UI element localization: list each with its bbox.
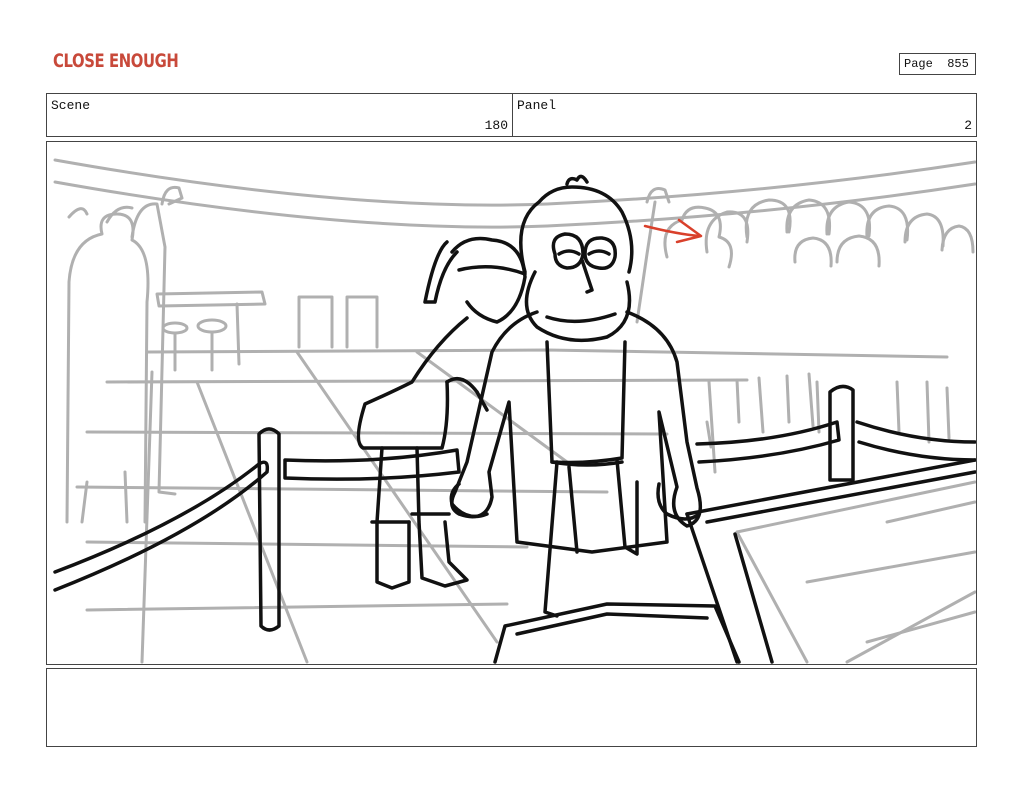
- panel-cell: Panel 2: [513, 94, 976, 136]
- notes-box[interactable]: [46, 668, 977, 747]
- page-number: 855: [947, 57, 969, 71]
- scene-label: Scene: [51, 98, 91, 113]
- storyboard-panel: [46, 141, 977, 665]
- scene-cell: Scene 180: [47, 94, 513, 136]
- scene-number: 180: [484, 118, 508, 133]
- storyboard-sketch-icon: [53, 158, 976, 664]
- scene-panel-row: Scene 180 Panel 2: [46, 93, 977, 137]
- logo: CLOSE ENOUGH: [53, 50, 179, 72]
- page-spacer: [933, 57, 947, 71]
- page-indicator: Page 855: [899, 53, 976, 75]
- panel-number: 2: [964, 118, 972, 133]
- venue-background: [53, 158, 976, 664]
- page-label: Page: [904, 57, 933, 71]
- foreground-ink: [53, 174, 976, 664]
- panel-label: Panel: [517, 98, 557, 113]
